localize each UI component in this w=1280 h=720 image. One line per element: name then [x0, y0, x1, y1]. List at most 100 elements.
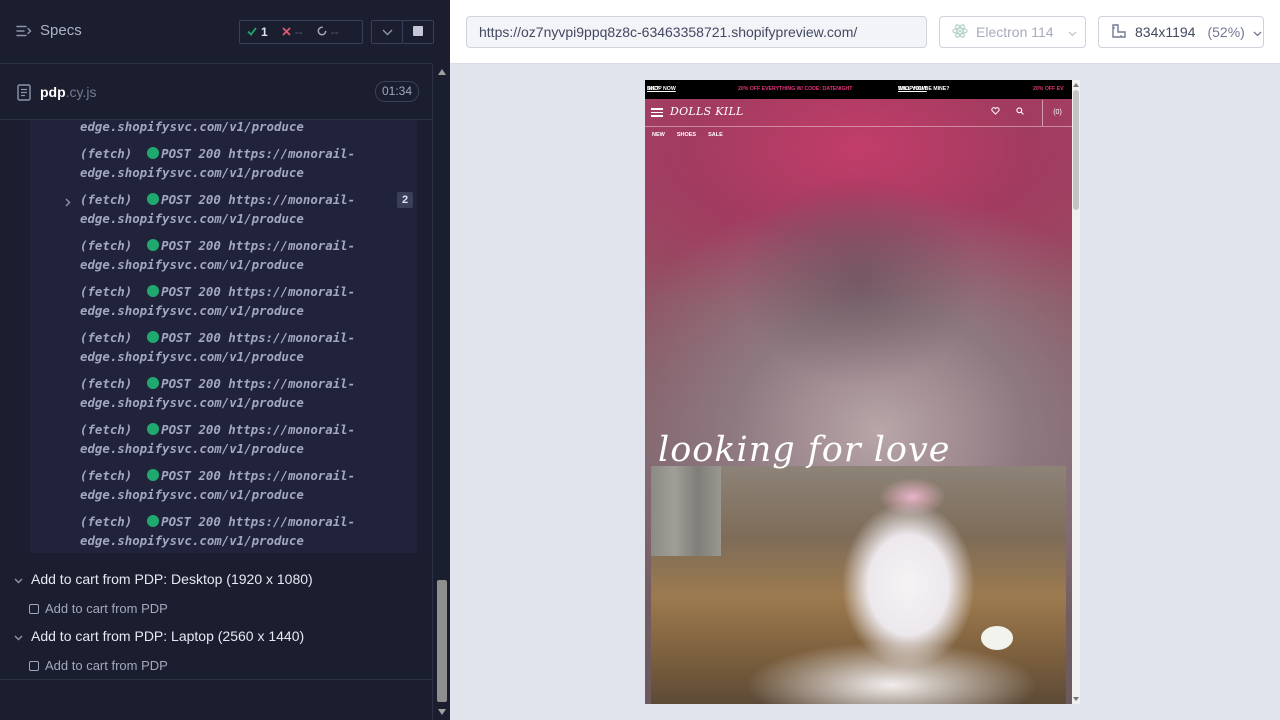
suite-title-desktop[interactable]: Add to cart from PDP: Desktop (1920 x 10… [14, 571, 313, 587]
chevron-down-icon [14, 571, 23, 587]
command-log-entry[interactable]: (fetch) POST 200 https://monorail-edge.s… [80, 374, 410, 412]
command-log: edge.shopifysvc.com/v1/produce (fetch) P… [30, 120, 417, 553]
site-nav: DOLLS KILL (0) [645, 99, 1072, 127]
specs-list-icon [16, 25, 32, 37]
scroll-up-arrow-icon[interactable] [438, 69, 446, 75]
chevron-down-icon [382, 23, 393, 41]
test-item-desktop[interactable]: Add to cart from PDP [29, 601, 168, 616]
document-icon [17, 84, 31, 106]
promo-banner[interactable]: INE? SHOP NOW 20% OFF EVERYTHING W/ CODE… [645, 80, 1072, 99]
scroll-down-arrow-icon[interactable] [1073, 697, 1079, 701]
viewport-size: 834x1194 [1135, 24, 1196, 40]
chevron-right-icon[interactable] [65, 194, 71, 212]
suite-title-laptop[interactable]: Add to cart from PDP: Laptop (2560 x 144… [14, 628, 304, 644]
pending-test-icon [29, 603, 39, 614]
reporter-header: Specs 1 -- -- [0, 0, 434, 64]
viewport-selector[interactable]: 834x1194 (52%) [1098, 16, 1264, 48]
bouquet [981, 626, 1013, 650]
command-message-cont: edge.shopifysvc.com/v1/produce [80, 395, 304, 410]
command-message-cont: edge.shopifysvc.com/v1/produce [80, 533, 304, 548]
command-type: (fetch) [80, 422, 133, 437]
command-message: POST 200 https://monorail- [161, 514, 356, 529]
command-message: POST 200 https://monorail- [161, 238, 356, 253]
ruler-icon [1111, 23, 1127, 42]
scroll-down-arrow-icon[interactable] [438, 709, 446, 715]
command-log-entry[interactable]: (fetch) POST 200 https://monorail-edge.s… [80, 466, 410, 504]
status-dot-icon [147, 377, 160, 389]
command-message-cont: edge.shopifysvc.com/v1/produce [80, 487, 304, 502]
command-log-entry[interactable]: (fetch) POST 200 https://monorail-edge.s… [80, 512, 410, 550]
status-dot-icon [147, 469, 160, 481]
command-message: POST 200 https://monorail- [161, 422, 356, 437]
suite-title-label: Add to cart from PDP: Desktop (1920 x 10… [31, 571, 313, 587]
pending-circle-icon [317, 25, 327, 39]
test-title: Add to cart from PDP [45, 658, 168, 673]
failed-stat: -- [275, 21, 310, 43]
command-message-cont: edge.shopifysvc.com/v1/produce [80, 257, 304, 272]
command-message-cont: edge.shopifysvc.com/v1/produce [80, 349, 304, 364]
spec-file-header[interactable]: pdp.cy.js 01:34 [0, 65, 432, 120]
menu-icon[interactable] [651, 108, 663, 117]
promo-item: INE? SHOP NOW [647, 86, 676, 92]
command-log-entry[interactable]: (fetch) POST 200 https://monorail-edge.s… [80, 190, 410, 228]
command-log-entry[interactable]: (fetch) POST 200 https://monorail-edge.s… [80, 236, 410, 274]
chevron-down-icon [14, 628, 23, 644]
stop-button[interactable] [402, 20, 434, 44]
command-line-tail: edge.shopifysvc.com/v1/produce [80, 120, 304, 134]
command-message-cont: edge.shopifysvc.com/v1/produce [80, 441, 304, 456]
specs-label: Specs [40, 22, 82, 39]
promo-item: 20% OFF EV [1033, 86, 1064, 92]
command-type: (fetch) [80, 376, 133, 391]
site-logo[interactable]: DOLLS KILL [670, 105, 744, 118]
test-item-laptop[interactable]: Add to cart from PDP [29, 658, 168, 673]
bridal-photo [651, 466, 1066, 704]
toggle-auto-scroll-button[interactable] [371, 20, 403, 44]
browser-selector[interactable]: Electron 114 [939, 16, 1086, 48]
test-title: Add to cart from PDP [45, 601, 168, 616]
check-icon [247, 25, 257, 39]
aut-header: https://oz7nyvpi9ppq8z8c-63463358721.sho… [450, 0, 1280, 64]
category-link[interactable]: NEW [652, 132, 665, 138]
command-message-cont: edge.shopifysvc.com/v1/produce [80, 303, 304, 318]
pending-stat: -- [310, 21, 346, 43]
scroll-thumb[interactable] [1073, 90, 1079, 210]
scroll-thumb[interactable] [437, 580, 447, 702]
status-dot-icon [147, 331, 160, 343]
reporter-scrollbar[interactable] [432, 64, 450, 720]
divider [0, 679, 432, 680]
spec-file-ext: .cy.js [65, 84, 97, 100]
viewport-scale: (52%) [1207, 24, 1245, 40]
command-log-entry[interactable]: (fetch) POST 200 https://monorail-edge.s… [80, 144, 410, 182]
command-type: (fetch) [80, 146, 133, 161]
specs-button[interactable]: Specs [16, 22, 82, 39]
category-link[interactable]: SHOES [677, 132, 696, 138]
scroll-up-arrow-icon[interactable] [1073, 83, 1079, 87]
promo-item: 20% OFF EVERYTHING W/ CODE: DATENIGHT [738, 86, 853, 92]
search-icon[interactable] [1016, 107, 1024, 117]
status-dot-icon [147, 423, 160, 435]
status-dot-icon [147, 147, 160, 159]
command-type: (fetch) [80, 468, 133, 483]
command-log-entry[interactable]: (fetch) POST 200 https://monorail-edge.s… [80, 420, 410, 458]
url-field[interactable]: https://oz7nyvpi9ppq8z8c-63463358721.sho… [466, 16, 927, 48]
aut-panel: https://oz7nyvpi9ppq8z8c-63463358721.sho… [450, 0, 1280, 720]
command-type: (fetch) [80, 192, 133, 207]
command-message-cont: edge.shopifysvc.com/v1/produce [80, 165, 304, 180]
command-log-entry[interactable]: (fetch) POST 200 https://monorail-edge.s… [80, 282, 410, 320]
category-link[interactable]: SALE [708, 132, 723, 138]
browser-label: Electron 114 [976, 24, 1054, 40]
command-message: POST 200 https://monorail- [161, 284, 356, 299]
aut-scrollbar[interactable] [1072, 80, 1080, 704]
aut-iframe[interactable]: INE? SHOP NOW 20% OFF EVERYTHING W/ CODE… [645, 80, 1080, 704]
command-message: POST 200 https://monorail- [161, 376, 356, 391]
test-stats: 1 -- -- [239, 20, 363, 44]
curtain [651, 466, 721, 556]
command-type: (fetch) [80, 330, 133, 345]
command-type: (fetch) [80, 284, 133, 299]
heart-icon[interactable] [991, 107, 1000, 117]
cart-button[interactable]: (0) [1042, 100, 1072, 126]
command-log-entry[interactable]: (fetch) POST 200 https://monorail-edge.s… [80, 328, 410, 366]
stop-square-icon [412, 23, 423, 41]
command-count-badge: 2 [397, 192, 413, 208]
reporter-panel: Specs 1 -- -- pdp.cy.js 01:34 edge.shopi… [0, 0, 450, 720]
